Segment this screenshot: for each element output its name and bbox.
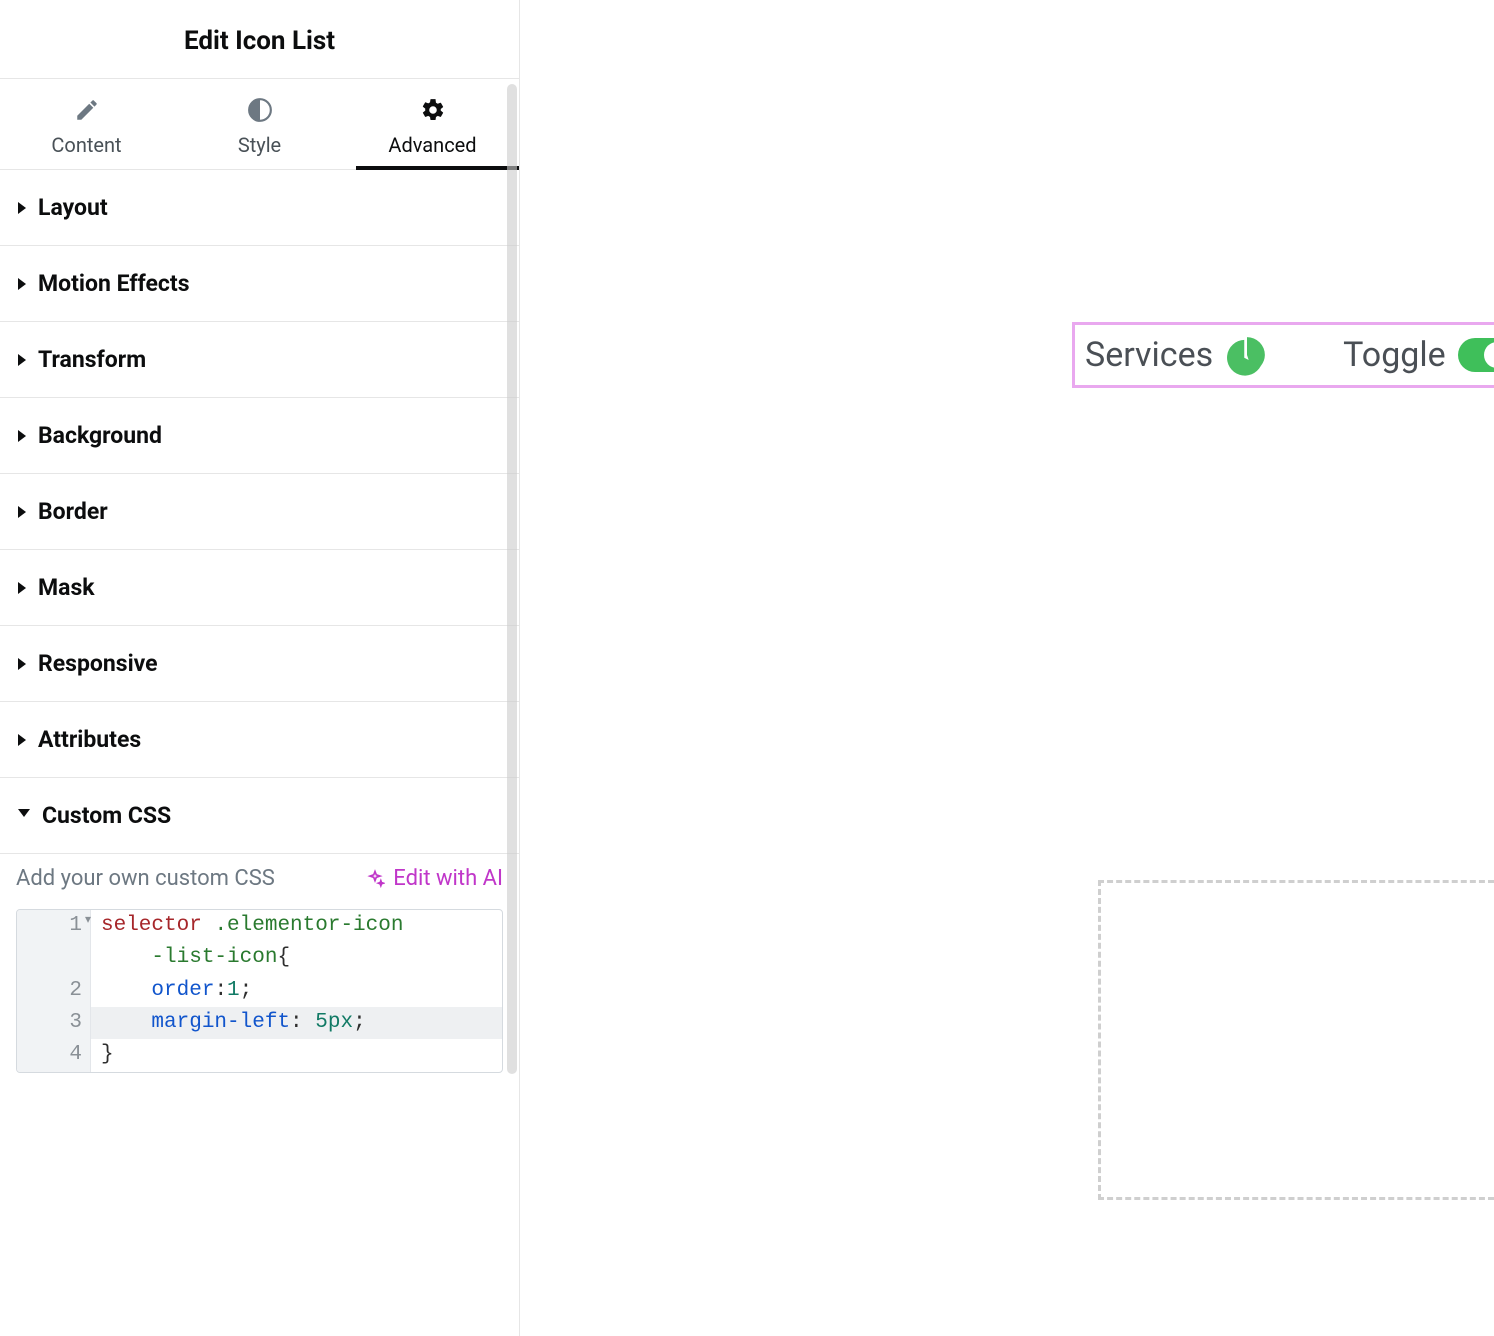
preview-canvas: Services Toggle xyxy=(520,0,1494,1336)
custom-css-body: Add your own custom CSS Edit with AI 1se… xyxy=(0,854,519,1093)
code-line[interactable]: 3 margin-left: 5px; xyxy=(17,1007,502,1039)
section-title: Background xyxy=(38,422,162,449)
edit-with-ai-label: Edit with AI xyxy=(393,866,503,891)
code-line[interactable]: 1selector .elementor-icon xyxy=(17,910,502,942)
custom-css-hint: Add your own custom CSS xyxy=(16,866,275,891)
scrollbar-thumb[interactable] xyxy=(507,84,517,1074)
section-title: Mask xyxy=(38,574,95,601)
section-title: Motion Effects xyxy=(38,270,190,297)
caret-right-icon xyxy=(18,582,26,594)
toggle-on-icon xyxy=(1458,338,1494,372)
tab-label: Style xyxy=(238,133,281,157)
contrast-icon xyxy=(247,97,273,123)
section-title: Attributes xyxy=(38,726,141,753)
css-editor[interactable]: 1selector .elementor-icon -list-icon{2 o… xyxy=(16,909,503,1073)
code-line[interactable]: -list-icon{ xyxy=(17,942,502,974)
line-number: 2 xyxy=(17,975,91,1007)
tab-label: Advanced xyxy=(388,133,476,157)
code-line[interactable]: 4} xyxy=(17,1039,502,1071)
line-number: 1 xyxy=(17,910,91,942)
section-transform[interactable]: Transform xyxy=(0,322,519,398)
section-layout[interactable]: Layout xyxy=(0,170,519,246)
section-background[interactable]: Background xyxy=(0,398,519,474)
sections-list: Layout Motion Effects Transform Backgrou… xyxy=(0,170,519,1093)
caret-right-icon xyxy=(18,202,26,214)
list-item-label: Services xyxy=(1085,335,1213,375)
list-item[interactable]: Services xyxy=(1085,333,1269,377)
list-item[interactable]: Toggle xyxy=(1343,335,1494,375)
tab-content[interactable]: Content xyxy=(0,79,173,169)
sidebar-scrollbar[interactable] xyxy=(503,84,519,1336)
section-responsive[interactable]: Responsive xyxy=(0,626,519,702)
line-number: 4 xyxy=(17,1039,91,1071)
section-motion-effects[interactable]: Motion Effects xyxy=(0,246,519,322)
caret-right-icon xyxy=(18,506,26,518)
code-content[interactable]: } xyxy=(91,1039,502,1071)
empty-section-dropzone[interactable] xyxy=(1098,880,1494,1200)
icon-list-widget[interactable]: Services Toggle xyxy=(1072,322,1494,388)
caret-right-icon xyxy=(18,430,26,442)
panel-tabs: Content Style Advanced xyxy=(0,78,519,170)
list-item-label: Toggle xyxy=(1343,335,1446,375)
panel-title: Edit Icon List xyxy=(0,0,519,78)
line-number xyxy=(17,942,91,974)
tab-style[interactable]: Style xyxy=(173,79,346,169)
line-number: 3 xyxy=(17,1007,91,1039)
caret-down-icon xyxy=(18,809,30,823)
section-border[interactable]: Border xyxy=(0,474,519,550)
code-content[interactable]: selector .elementor-icon xyxy=(91,910,502,942)
section-title: Transform xyxy=(38,346,146,373)
sparkles-icon xyxy=(365,869,385,889)
section-title: Border xyxy=(38,498,108,525)
caret-right-icon xyxy=(18,658,26,670)
section-title: Layout xyxy=(38,194,108,221)
editor-sidebar: Edit Icon List Content Style Advanced La… xyxy=(0,0,520,1336)
edit-with-ai-button[interactable]: Edit with AI xyxy=(365,866,503,891)
code-content[interactable]: -list-icon{ xyxy=(91,942,502,974)
caret-right-icon xyxy=(18,278,26,290)
tab-advanced[interactable]: Advanced xyxy=(346,79,519,169)
section-custom-css[interactable]: Custom CSS xyxy=(0,778,519,854)
pie-chart-icon xyxy=(1225,333,1269,377)
code-line[interactable]: 2 order:1; xyxy=(17,975,502,1007)
code-content[interactable]: order:1; xyxy=(91,975,502,1007)
section-title: Custom CSS xyxy=(42,802,171,829)
code-content[interactable]: margin-left: 5px; xyxy=(91,1007,502,1039)
caret-right-icon xyxy=(18,734,26,746)
pencil-icon xyxy=(74,97,100,123)
section-attributes[interactable]: Attributes xyxy=(0,702,519,778)
section-mask[interactable]: Mask xyxy=(0,550,519,626)
section-title: Responsive xyxy=(38,650,158,677)
tab-label: Content xyxy=(51,133,121,157)
gear-icon xyxy=(420,97,446,123)
caret-right-icon xyxy=(18,354,26,366)
